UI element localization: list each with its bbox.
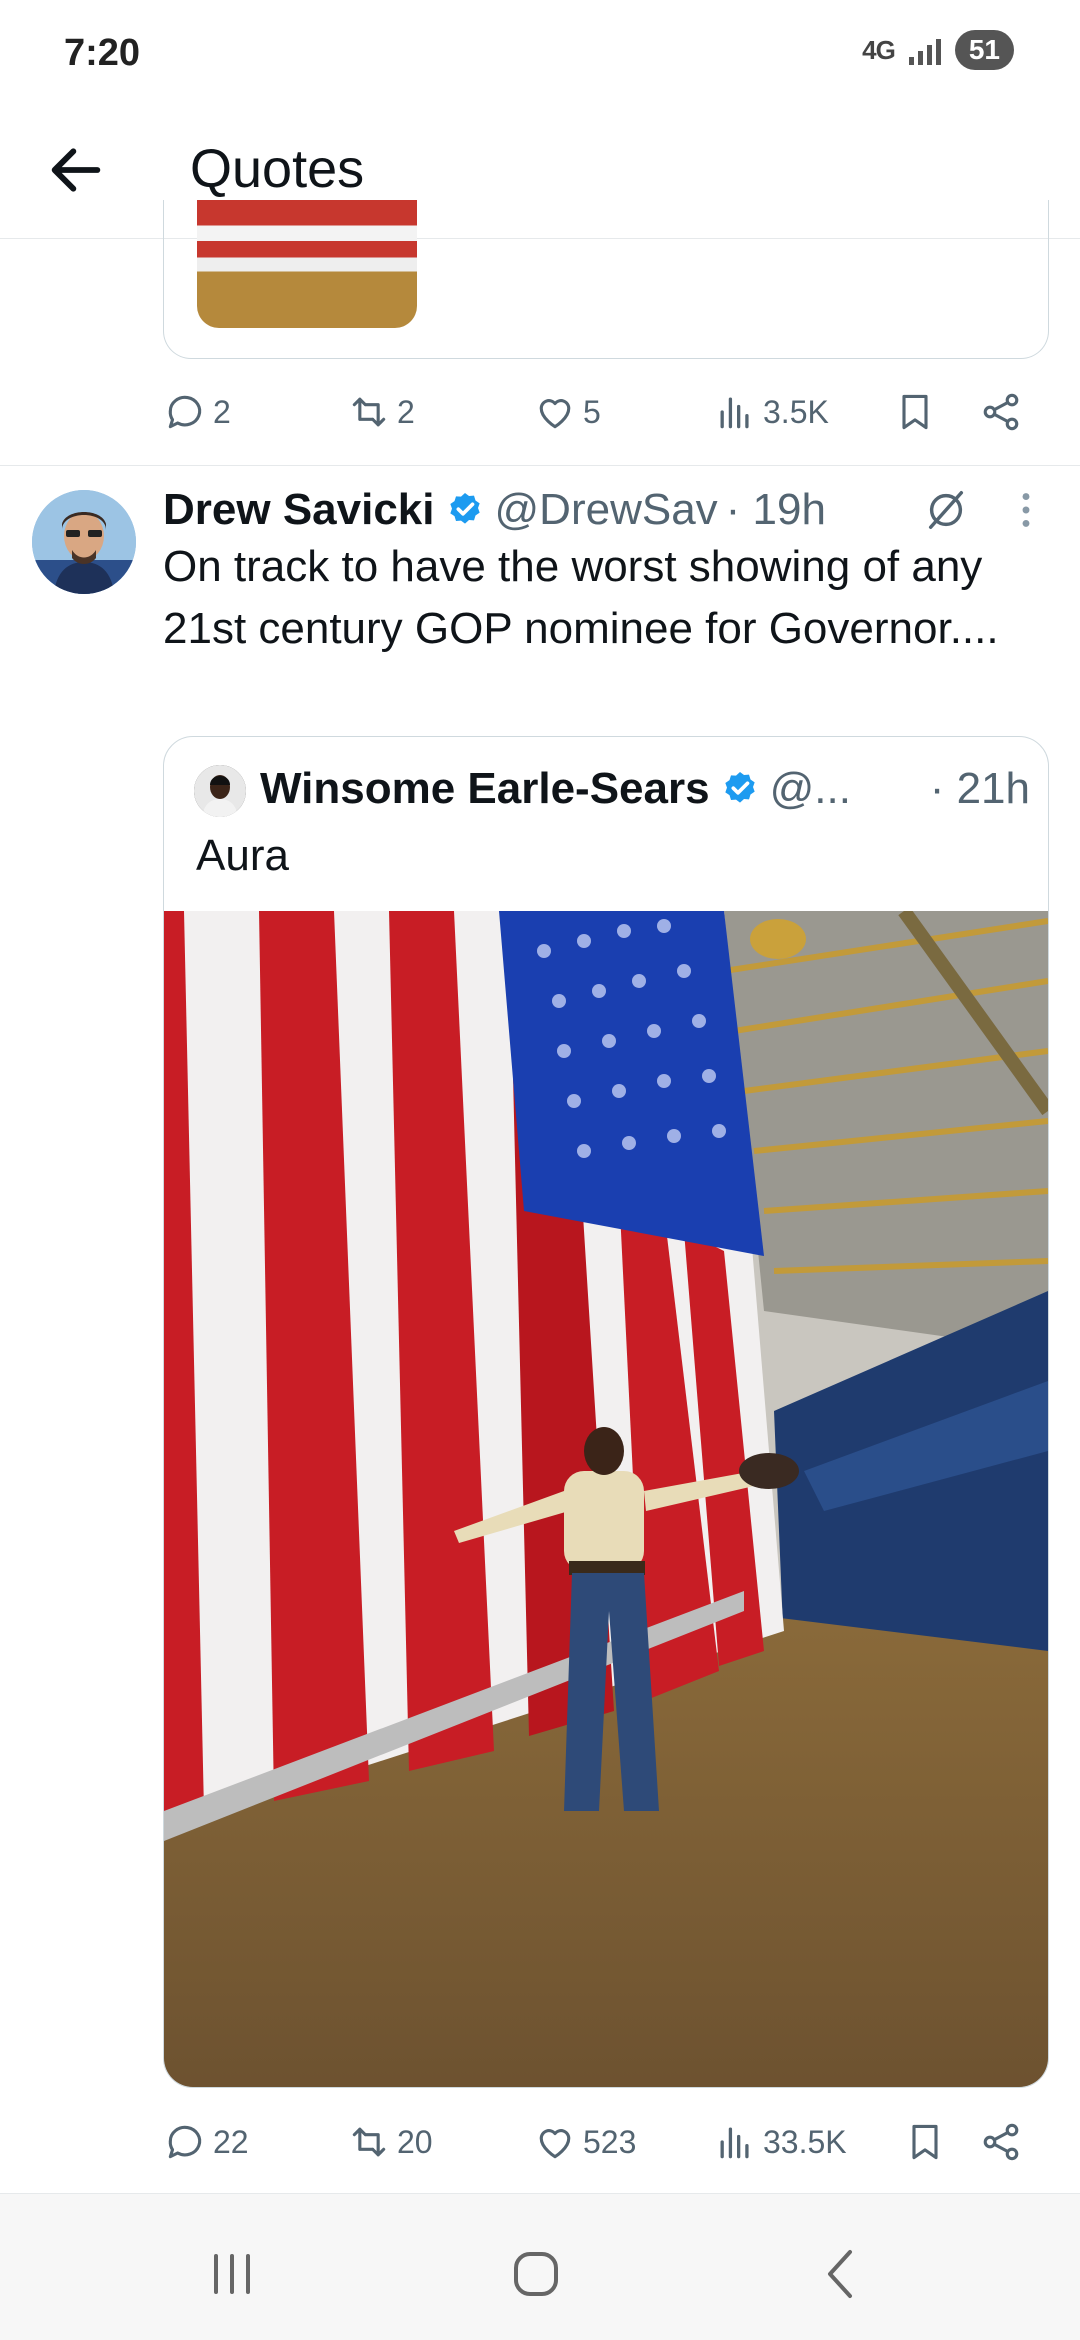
reply-button[interactable]: 2 (163, 390, 347, 434)
author-name[interactable]: Drew Savicki (163, 485, 435, 535)
quoted-tweet-text: Aura (196, 831, 289, 880)
home-icon[interactable] (496, 2234, 576, 2314)
previous-media-thumbnail[interactable] (197, 200, 417, 328)
quoted-author-handle: @... (769, 764, 851, 813)
status-time: 7:20 (64, 32, 141, 74)
repost-count: 2 (397, 393, 415, 430)
verified-icon (449, 493, 480, 524)
share-button[interactable] (979, 390, 1023, 434)
quoted-avatar (194, 765, 246, 817)
battery-indicator: 51 (954, 30, 1014, 70)
like-icon (539, 399, 571, 429)
share-button[interactable] (979, 2120, 1023, 2164)
like-count: 523 (583, 2123, 637, 2160)
repost-icon (352, 2127, 386, 2157)
more-icon[interactable] (1009, 487, 1043, 533)
status-indicators: 4G 51 (862, 30, 1014, 70)
recents-icon[interactable] (192, 2234, 272, 2314)
page-title: Quotes (190, 139, 365, 199)
reply-count: 22 (213, 2123, 249, 2160)
tweet-actions: 22 20 523 33.5K (163, 2112, 1043, 2172)
previous-quote-card[interactable] (163, 200, 1049, 359)
verified-icon (724, 772, 755, 803)
reply-icon (168, 395, 202, 429)
repost-button[interactable]: 20 (347, 2120, 533, 2164)
back-arrow-icon[interactable] (44, 138, 108, 202)
views-count: 33.5K (763, 2123, 847, 2160)
like-button[interactable]: 5 (533, 390, 713, 434)
quoted-tweet-header: Winsome Earle-Sears @... · 21h (260, 757, 1030, 821)
share-icon (983, 2123, 1019, 2161)
reply-icon (168, 2125, 202, 2159)
like-count: 5 (583, 393, 601, 430)
repost-count: 20 (397, 2123, 433, 2160)
previous-tweet-actions: 2 2 5 3.5K (163, 382, 1043, 442)
quoted-tweet-time: · 21h (929, 764, 1030, 813)
system-navigation-bar (0, 2194, 1080, 2340)
like-icon (539, 2129, 571, 2159)
views-count: 3.5K (763, 393, 829, 430)
reply-button[interactable]: 22 (163, 2120, 347, 2164)
quoted-tweet-card[interactable]: Winsome Earle-Sears @... · 21h Aura (163, 736, 1049, 2088)
share-icon (983, 393, 1019, 431)
divider (0, 465, 1080, 466)
signal-icon (908, 35, 941, 65)
quoted-author-name: Winsome Earle-Sears (260, 764, 710, 813)
tweet-text: On track to have the worst showing of an… (163, 542, 999, 653)
quoted-media-image[interactable] (164, 906, 1048, 2087)
avatar[interactable] (32, 490, 136, 594)
bookmark-button[interactable] (903, 2120, 979, 2164)
reply-count: 2 (213, 393, 231, 430)
views-button[interactable]: 3.5K (713, 390, 893, 434)
tweet-header: Drew Savicki @DrewSav · 19h (163, 480, 1043, 540)
bookmark-icon (912, 2124, 938, 2160)
author-handle[interactable]: @DrewSav (495, 485, 718, 535)
views-icon (720, 397, 749, 429)
back-nav-icon[interactable] (800, 2234, 880, 2314)
status-bar: 7:20 4G 51 (0, 0, 1080, 110)
tweet-time[interactable]: · 19h (726, 485, 826, 535)
bookmark-icon (902, 394, 928, 430)
views-icon (720, 2127, 749, 2159)
grok-icon[interactable] (923, 487, 969, 533)
bookmark-button[interactable] (893, 390, 979, 434)
network-label: 4G (862, 34, 896, 65)
views-button[interactable]: 33.5K (713, 2120, 903, 2164)
repost-icon (352, 397, 386, 427)
repost-button[interactable]: 2 (347, 390, 533, 434)
like-button[interactable]: 523 (533, 2120, 713, 2164)
